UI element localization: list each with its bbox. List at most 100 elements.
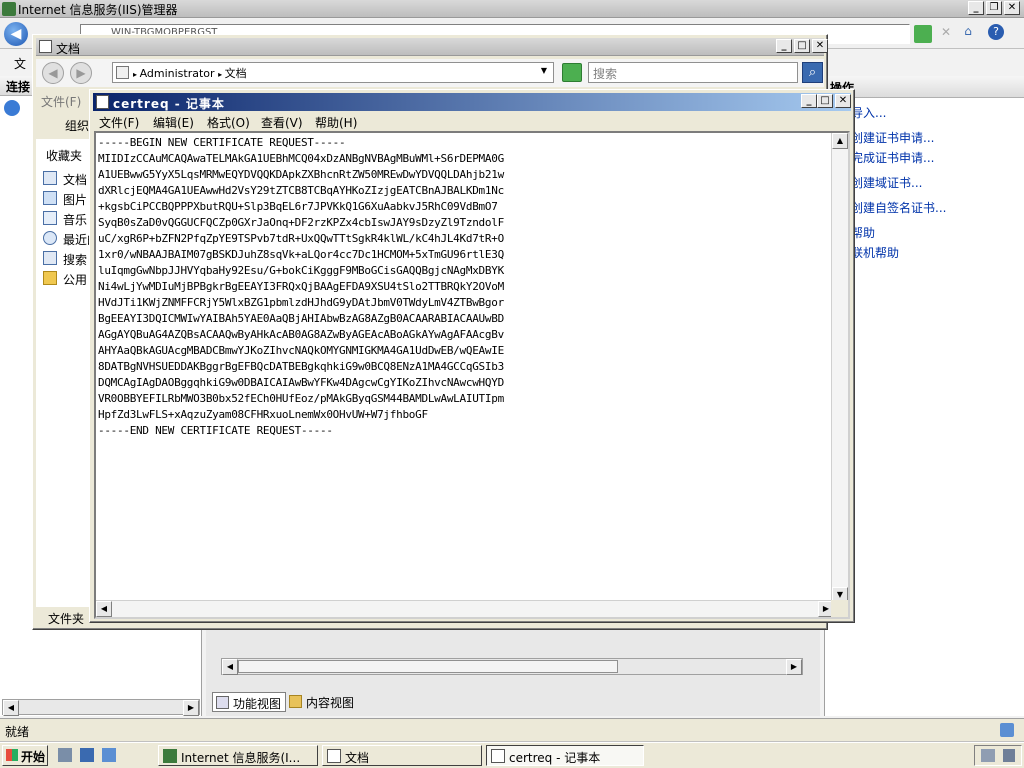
minimize-button[interactable]: _	[801, 94, 817, 108]
maximize-button[interactable]: □	[817, 94, 833, 108]
network-tray-icon[interactable]	[981, 749, 995, 762]
iis-titlebar[interactable]: Internet 信息服务(IIS)管理器 _ ❐ ✕	[0, 0, 1024, 18]
stop-icon[interactable]: ✕	[938, 25, 954, 41]
task-documents[interactable]: 文档	[322, 745, 482, 766]
action-online-help[interactable]: 联机帮助	[851, 244, 899, 261]
help-icon[interactable]: ?	[988, 24, 1004, 40]
forward-arrow-icon[interactable]: ▶	[70, 62, 92, 84]
breadcrumb-item[interactable]: Administrator	[140, 67, 215, 80]
sidebar-item-documents[interactable]: 文档	[41, 171, 87, 188]
start-button[interactable]: 开始	[2, 745, 48, 766]
restore-button[interactable]: ❐	[986, 1, 1002, 15]
pictures-icon	[43, 191, 57, 205]
tab-features-view[interactable]: 功能视图	[212, 692, 287, 712]
scroll-thumb[interactable]	[238, 660, 618, 673]
connections-hscroll[interactable]: ◀ ▶	[2, 699, 200, 716]
breadcrumb-item[interactable]: 文档	[225, 67, 247, 80]
close-button[interactable]: ✕	[812, 39, 828, 53]
search-folder-icon	[43, 251, 57, 265]
notepad-title-text: certreq - 记事本	[113, 97, 225, 111]
scroll-left-icon[interactable]: ◀	[96, 601, 112, 617]
status-text: 就绪	[5, 725, 30, 739]
iis-menu-file[interactable]: 文	[0, 50, 30, 74]
close-button[interactable]: ✕	[835, 94, 851, 108]
menu-help[interactable]: 帮助(H)	[315, 114, 357, 131]
sidebar-label: 公用	[63, 273, 88, 287]
scroll-up-icon[interactable]: ▲	[832, 133, 848, 149]
notepad-menubar: 文件(F) 编辑(E) 格式(O) 查看(V) 帮助(H)	[93, 112, 851, 130]
explorer-address-bar[interactable]: ▸ Administrator ▸ 文档 ▼	[112, 62, 554, 83]
public-folder-icon	[43, 271, 57, 285]
scroll-left-icon[interactable]: ◀	[222, 659, 238, 675]
sidebar-item-pictures[interactable]: 图片	[41, 191, 87, 208]
maximize-button[interactable]: □	[794, 39, 810, 53]
close-button[interactable]: ✕	[1004, 1, 1020, 15]
features-view-icon	[216, 696, 229, 709]
breadcrumb: ▸ Administrator ▸ 文档	[133, 67, 247, 80]
favorites-header: 收藏夹	[46, 149, 83, 163]
back-arrow-icon[interactable]: ◀	[4, 22, 28, 46]
menu-file[interactable]: 文件(F)	[99, 114, 139, 131]
scroll-right-icon[interactable]: ▶	[786, 659, 802, 675]
action-create-request[interactable]: 创建证书申请...	[851, 129, 934, 146]
sidebar-label: 图片	[63, 193, 88, 207]
certificate-request-text[interactable]: -----BEGIN NEW CERTIFICATE REQUEST----- …	[98, 135, 504, 439]
sidebar-label: 音乐	[63, 213, 88, 227]
content-view-icon	[289, 695, 302, 708]
notepad-window: certreq - 记事本 _ □ ✕ 文件(F) 编辑(E) 格式(O) 查看…	[89, 89, 855, 623]
home-icon[interactable]: ⌂	[960, 24, 976, 40]
back-arrow-icon[interactable]: ◀	[42, 62, 64, 84]
task-notepad[interactable]: certreq - 记事本	[486, 745, 644, 766]
explorer-titlebar[interactable]: 文档 _ □ ✕	[36, 38, 828, 56]
action-create-selfsigned-cert[interactable]: 创建自签名证书...	[851, 199, 946, 216]
iis-title-text: Internet 信息服务(IIS)管理器	[18, 3, 178, 17]
search-placeholder: 搜索	[593, 67, 618, 81]
refresh-icon[interactable]	[562, 63, 582, 82]
scroll-left-icon[interactable]: ◀	[3, 700, 19, 716]
iis-center-hscroll[interactable]: ◀ ▶	[221, 658, 803, 675]
minimize-button[interactable]: _	[968, 1, 984, 15]
sidebar-label: 搜索	[63, 253, 88, 267]
explorer-nav-pane	[36, 139, 92, 607]
notepad-task-icon	[491, 749, 505, 763]
tab-content-view-label: 内容视图	[306, 696, 355, 710]
music-icon	[43, 211, 57, 225]
tab-content-view[interactable]: 内容视图	[286, 692, 358, 712]
taskbar: 开始 Internet 信息服务(I... 文档 certreq - 记事本	[0, 742, 1024, 768]
network-icon	[1000, 723, 1014, 737]
action-import[interactable]: 导入...	[851, 104, 886, 121]
refresh-icon[interactable]	[914, 25, 932, 43]
connect-globe-icon[interactable]	[4, 100, 20, 116]
chevron-down-icon[interactable]: ▼	[541, 66, 547, 75]
notepad-titlebar[interactable]: certreq - 记事本 _ □ ✕	[93, 93, 851, 111]
folder-task-icon	[327, 749, 341, 763]
minimize-button[interactable]: _	[776, 39, 792, 53]
notepad-icon	[96, 95, 109, 109]
explorer-quicklaunch-icon[interactable]	[102, 748, 116, 762]
notepad-text-area[interactable]: -----BEGIN NEW CERTIFICATE REQUEST----- …	[94, 131, 850, 619]
menu-view[interactable]: 查看(V)	[261, 114, 303, 131]
explorer-status: 文件夹	[48, 612, 85, 626]
iis-statusbar: 就绪	[0, 718, 1024, 742]
horizontal-scrollbar[interactable]: ◀ ▶	[96, 600, 834, 617]
sidebar-item-search[interactable]: 搜索	[41, 251, 87, 268]
search-input[interactable]: 搜索	[588, 62, 798, 83]
explorer-menu-file[interactable]: 文件(F)	[41, 93, 81, 110]
tab-features-view-label: 功能视图	[233, 697, 282, 711]
scroll-right-icon[interactable]: ▶	[183, 700, 199, 716]
action-complete-request[interactable]: 完成证书申请...	[851, 149, 934, 166]
menu-format[interactable]: 格式(O)	[207, 114, 250, 131]
task-iis-manager[interactable]: Internet 信息服务(I...	[158, 745, 318, 766]
organize-button[interactable]: 组织	[65, 117, 89, 134]
vertical-scrollbar[interactable]: ▲ ▼	[831, 133, 848, 603]
server-manager-icon[interactable]	[58, 748, 72, 762]
sidebar-item-music[interactable]: 音乐	[41, 211, 87, 228]
show-desktop-icon[interactable]	[80, 748, 94, 762]
resize-grip-icon[interactable]	[831, 600, 848, 617]
task-label: 文档	[345, 751, 370, 765]
sidebar-item-public[interactable]: 公用	[41, 271, 87, 288]
action-create-domain-cert[interactable]: 创建域证书...	[851, 174, 922, 191]
speaker-tray-icon[interactable]	[1003, 749, 1015, 762]
menu-edit[interactable]: 编辑(E)	[153, 114, 194, 131]
search-icon[interactable]: ⌕	[802, 62, 823, 83]
